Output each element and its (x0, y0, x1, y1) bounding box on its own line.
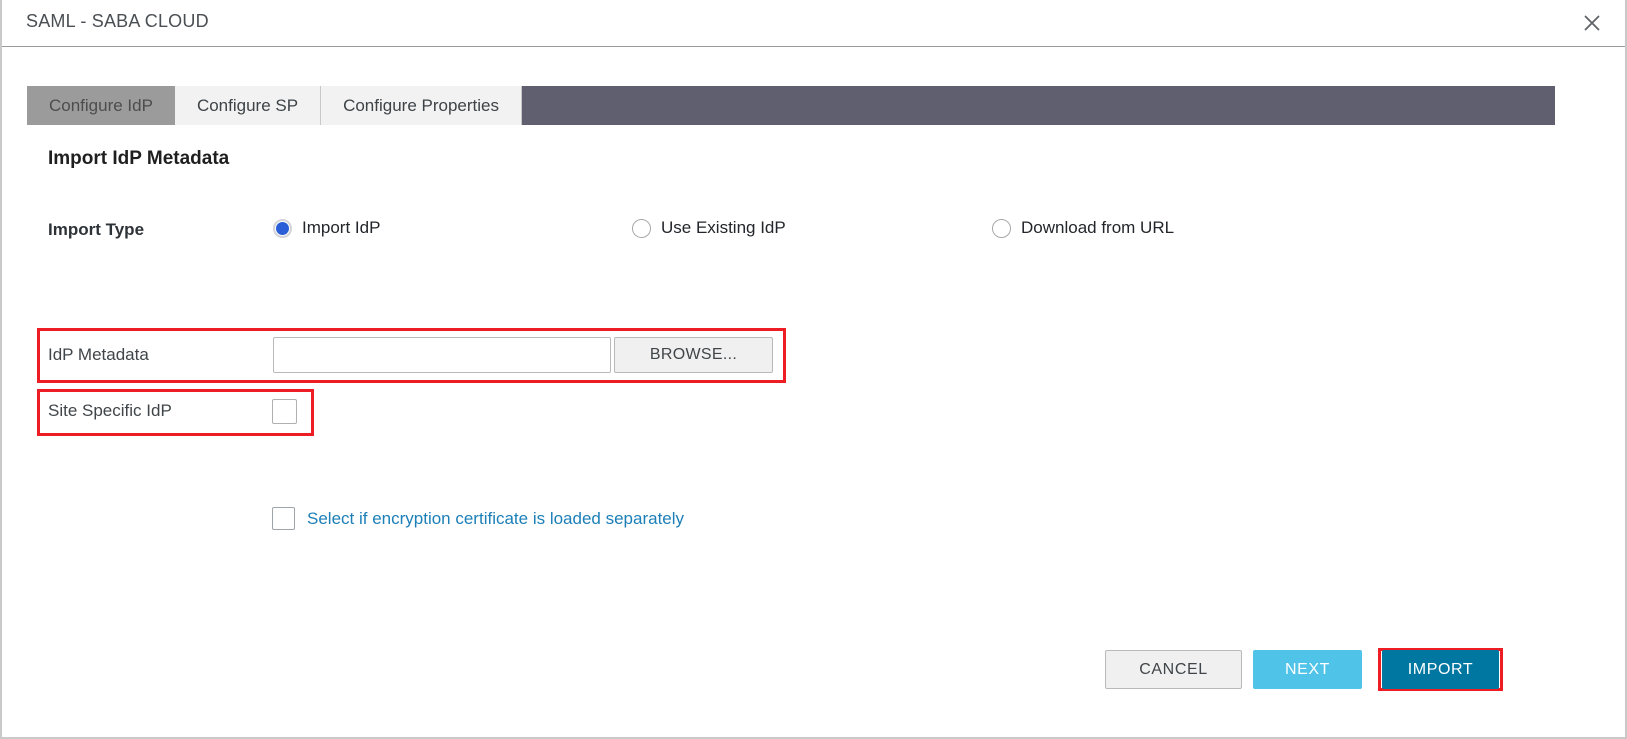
saml-configuration-dialog: SAML - SABA CLOUD Configure IdP Configur… (0, 0, 1627, 739)
import-type-label: Import Type (48, 220, 145, 239)
close-icon[interactable] (1575, 7, 1609, 39)
radio-import-idp-label: Import IdP (302, 218, 381, 237)
cancel-button[interactable]: CANCEL (1105, 650, 1242, 689)
tab-configure-sp[interactable]: Configure SP (174, 86, 322, 125)
radio-download-from-url-indicator (992, 218, 1011, 238)
tab-configure-sp-label: Configure SP (196, 95, 299, 115)
radio-import-idp[interactable]: Import IdP (273, 218, 380, 238)
tab-configure-properties[interactable]: Configure Properties (321, 86, 522, 125)
radio-download-from-url-label: Download from URL (1021, 218, 1175, 237)
radio-import-idp-indicator (273, 218, 292, 238)
idp-metadata-label: IdP Metadata (48, 345, 149, 364)
next-button[interactable]: NEXT (1253, 650, 1362, 689)
radio-download-from-url[interactable]: Download from URL (992, 218, 1174, 238)
page-title: SAML - SABA CLOUD (26, 11, 209, 31)
import-button[interactable]: IMPORT (1382, 650, 1499, 689)
tab-configure-idp[interactable]: Configure IdP (27, 86, 175, 125)
tab-configure-idp-label: Configure IdP (49, 95, 153, 115)
site-specific-idp-checkbox[interactable] (272, 399, 297, 424)
radio-use-existing-idp[interactable]: Use Existing IdP (632, 218, 786, 238)
tab-configure-properties-label: Configure Properties (343, 95, 499, 115)
encryption-certificate-checkbox-row[interactable]: Select if encryption certificate is load… (272, 507, 684, 530)
site-specific-idp-label: Site Specific IdP (48, 401, 172, 420)
encryption-certificate-checkbox[interactable] (272, 507, 295, 530)
idp-metadata-input[interactable] (273, 337, 611, 373)
dialog-titlebar: SAML - SABA CLOUD (2, 0, 1625, 47)
radio-use-existing-idp-indicator (632, 218, 651, 238)
section-heading: Import IdP Metadata (48, 148, 230, 169)
encryption-certificate-label: Select if encryption certificate is load… (307, 508, 685, 528)
radio-use-existing-idp-label: Use Existing IdP (661, 218, 786, 237)
tab-strip: Configure IdP Configure SP Configure Pro… (27, 86, 1555, 125)
browse-button[interactable]: BROWSE... (614, 337, 773, 373)
